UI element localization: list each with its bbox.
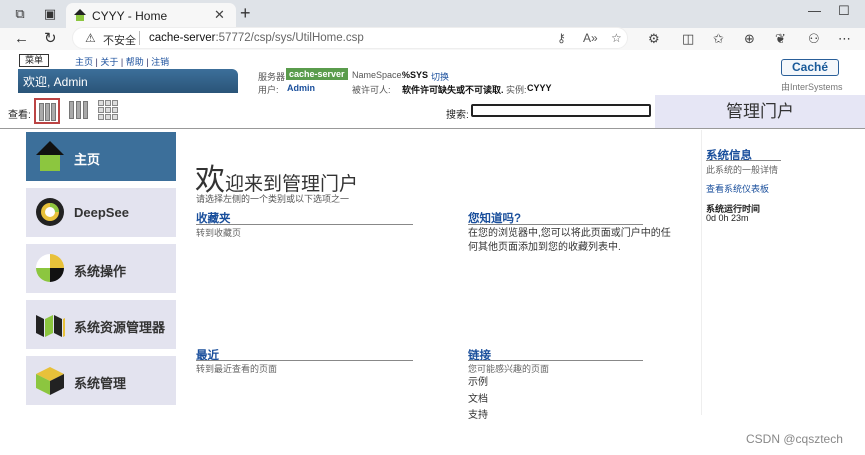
address-bar: ← ↻ ⚠ 不安全 cache-server:57772/csp/sys/Uti… [0,27,865,50]
help-link[interactable]: 帮助 [126,57,144,67]
sidebar-item-label: 系统操作 [74,264,127,279]
sidebar-item-deepsee[interactable]: DeepSee [26,188,176,237]
sidebar-item-operations[interactable]: 系统操作 [26,244,176,293]
recent-subtitle: 转到最近查看的页面 [196,364,278,374]
sidebar-item-administration[interactable]: 系统管理 [26,356,176,405]
key-icon[interactable]: ⚷ [557,31,566,45]
warning-icon: ⚠ [85,31,96,45]
new-tab-icon[interactable]: + [240,4,251,22]
switch-namespace-link[interactable]: 切换 [431,70,449,83]
refresh-icon[interactable]: ↻ [44,30,57,48]
did-you-know-text-2: 何其他页面添加到您的收藏列表中. [468,242,621,253]
favorites-subtitle: 转到收藏页 [196,228,242,238]
intersystems-label: 由InterSystems [781,82,843,92]
view-grid-icon[interactable] [96,98,122,124]
sidebar-item-label: 系统资源管理器 [74,320,166,335]
portal-header: 菜单 主页 | 关于 | 帮助 | 注销 欢迎, Admin 服务器 cache… [0,50,865,95]
sidebar-item-home[interactable]: 主页 [26,132,176,181]
namespace-value: %SYS [402,70,429,80]
tab-title: CYYY - Home [92,9,168,23]
workspaces-icon[interactable]: ⧉ [12,6,28,22]
page: 菜单 主页 | 关于 | 帮助 | 注销 欢迎, Admin 服务器 cache… [0,50,865,455]
page-subtitle: 请选择左侧的一个类别或以下选项之一 [196,194,350,204]
tab-close-icon[interactable]: ✕ [214,7,225,23]
portal-title: 管理门户 [655,95,865,128]
favorite-star-icon[interactable]: ☆ [611,31,622,45]
url-field[interactable]: ⚠ 不安全 cache-server:57772/csp/sys/UtilHom… [72,27,628,49]
tab-actions-icon[interactable]: ▣ [42,6,58,22]
split-screen-icon[interactable]: ◫ [682,31,694,47]
browser-essentials-icon[interactable]: ❦ [775,31,786,47]
home-link[interactable]: 主页 [75,57,93,67]
sidebar-item-label: DeepSee [74,205,129,220]
maximize-icon[interactable]: ☐ [838,3,850,19]
logout-link[interactable]: 注销 [151,57,169,67]
home-favicon-icon [74,9,86,21]
view-dashboard-link[interactable]: 查看系统仪表板 [706,182,769,195]
view-label: 查看: [8,110,31,121]
did-you-know-text-1: 在您的浏览器中,您可以将此页面或门户中的任 [468,228,671,239]
watermark: CSDN @cqsztech [746,432,843,446]
server-label: 服务器 [258,72,286,82]
link-documentation[interactable]: 文档 [468,393,488,407]
read-aloud-icon[interactable]: A» [583,31,598,45]
top-links: 主页 | 关于 | 帮助 | 注销 [75,57,170,67]
collections-icon[interactable]: ⊕ [744,31,755,47]
back-icon[interactable]: ← [14,30,29,48]
minimize-icon[interactable]: — [808,3,821,18]
user-value: Admin [287,83,315,93]
sidebar-item-label: 主页 [74,152,101,167]
home-icon [36,141,64,171]
search-label: 搜索: [446,110,469,121]
browser-tab-bar: ⧉ ▣ CYYY - Home ✕ + — ☐ [0,0,865,28]
pie-chart-icon [36,254,64,282]
sidebar-item-explorer[interactable]: 系统资源管理器 [26,300,176,349]
link-support[interactable]: 支持 [468,409,488,423]
instance-value: CYYY [527,83,552,93]
cube-icon [36,367,64,395]
view-toolbar: 查看: 搜索: 管理门户 [0,95,865,129]
explorer-icon [36,315,65,337]
insecure-label: 不安全 [103,35,136,47]
profile-icon[interactable]: ⚇ [808,31,820,47]
sidebar-item-label: 系统管理 [74,376,127,391]
menu-tab[interactable]: 菜单 [19,54,49,67]
deepsee-icon [36,198,64,226]
favorites-icon[interactable]: ✩ [713,31,724,47]
more-menu-icon[interactable]: ⋯ [838,31,851,47]
search-input[interactable] [471,104,651,117]
browser-tab[interactable]: CYYY - Home ✕ [66,3,236,28]
uptime-value: 0d 0h 23m [706,213,749,223]
link-samples[interactable]: 示例 [468,376,488,390]
welcome-bar: 欢迎, Admin [18,69,238,93]
system-info-subtitle: 此系统的一般详情 [706,165,779,175]
extensions-icon[interactable]: ⚙ [648,31,660,47]
cache-logo[interactable]: Caché [781,59,839,76]
url-text: cache-server:57772/csp/sys/UtilHome.csp [149,32,364,44]
welcome-user: 欢迎, Admin [23,75,88,89]
view-wide-columns-icon[interactable] [66,98,92,124]
namespace-label: NameSpace: [352,70,405,80]
view-columns-icon[interactable] [34,98,60,124]
about-link[interactable]: 关于 [100,57,118,67]
server-badge: cache-server [286,68,348,80]
links-subtitle: 您可能感兴趣的页面 [468,364,550,374]
